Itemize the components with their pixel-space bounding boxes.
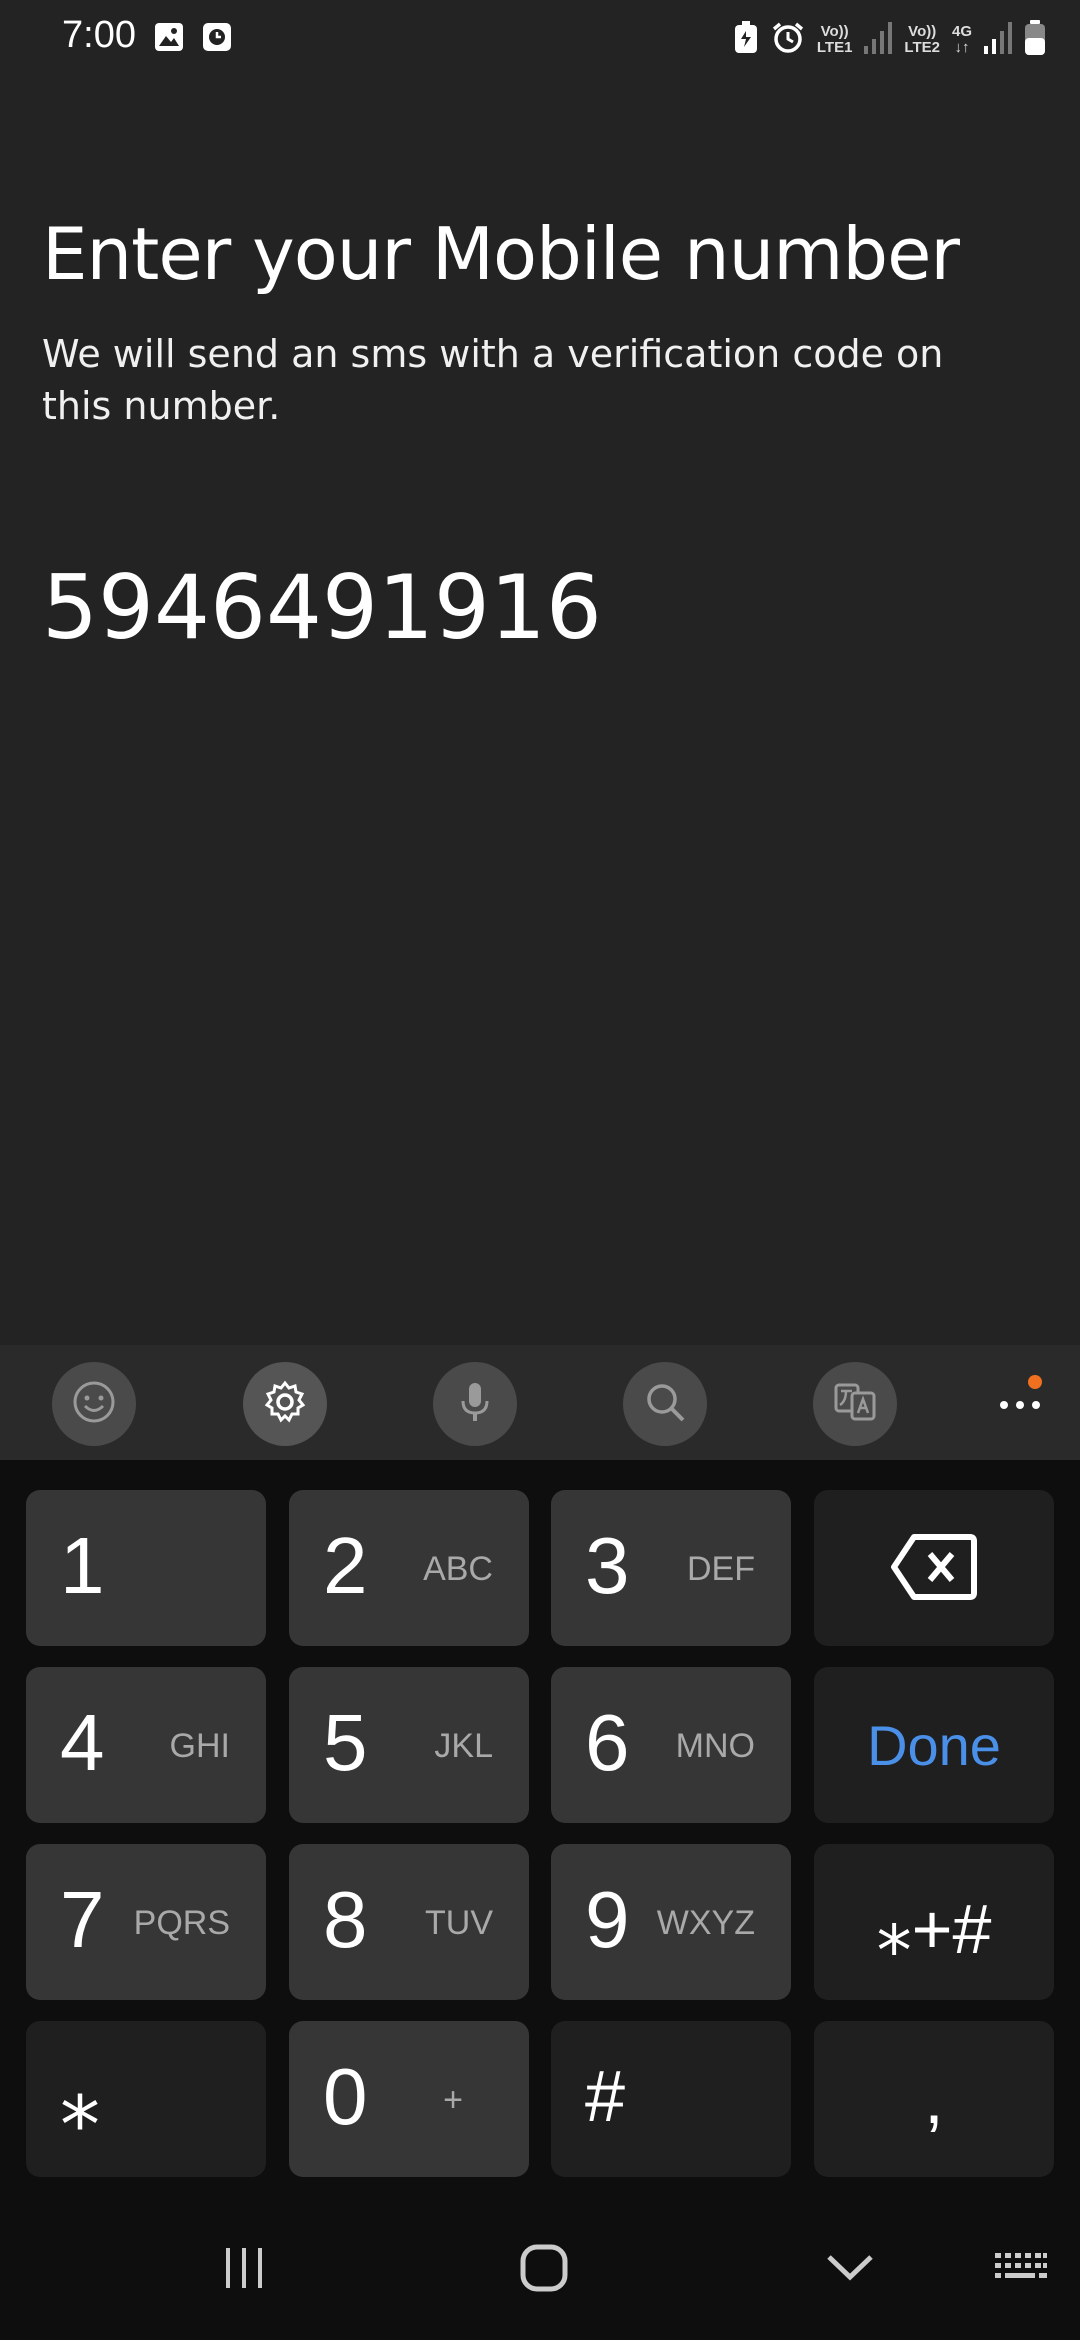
signal-sim2-icon [984,22,1012,58]
key-7[interactable]: 7 PQRS [26,1844,266,2000]
gallery-icon [154,22,184,56]
numeric-keyboard: 1 2 ABC 3 DEF 4 GHI 5 JKL 6 MNO Done 7 P… [0,1460,1080,2200]
key-5[interactable]: 5 JKL [289,1667,529,1823]
keyboard-switch-button[interactable] [986,2240,1056,2300]
alarm-icon [771,21,805,59]
sim2-label: Vo)) LTE2 [904,23,940,56]
key-1[interactable]: 1 [26,1490,266,1646]
navigation-bar [0,2200,1080,2340]
keyboard-toolbar [0,1345,1080,1460]
key-2[interactable]: 2 ABC [289,1490,529,1646]
translate-button[interactable] [813,1362,897,1446]
status-icons: Vo)) LTE1 Vo)) LTE2 4G ↓↑ [733,18,1046,62]
chevron-down-icon [825,2253,875,2287]
home-icon [519,2243,569,2297]
status-time: 7:00 [62,14,136,56]
done-label: Done [867,1714,1001,1777]
key-4[interactable]: 4 GHI [26,1667,266,1823]
voice-input-button[interactable] [433,1362,517,1446]
symbols-label: ⁎+# [876,1890,992,1968]
signal-sim1-icon [864,22,893,58]
settings-icon [262,1379,308,1429]
home-button[interactable] [514,2240,574,2300]
backspace-icon [890,1532,978,1606]
comma-label: , [924,2060,944,2138]
sim1-label: Vo)) LTE1 [816,23,853,56]
symbols-key[interactable]: ⁎+# [814,1844,1054,2000]
key-9[interactable]: 9 WXYZ [551,1844,791,2000]
mic-icon [452,1379,498,1429]
battery-icon [1024,20,1046,60]
more-icon [998,1396,1042,1415]
page-title: Enter your Mobile number [42,212,960,296]
emoji-button[interactable] [52,1362,136,1446]
search-button[interactable] [623,1362,707,1446]
network-type-label: 4G ↓↑ [951,23,972,56]
translate-icon [832,1379,878,1429]
notification-dot [1028,1375,1042,1389]
star-label: ⁎ [60,2056,100,2145]
key-6[interactable]: 6 MNO [551,1667,791,1823]
key-8[interactable]: 8 TUV [289,1844,529,2000]
settings-button[interactable] [243,1362,327,1446]
search-icon [642,1379,688,1429]
screen-time-icon [202,22,232,56]
status-bar: 7:00 Vo)) LTE1 Vo)) LTE2 4G ↓↑ [0,0,1080,80]
backspace-key[interactable] [814,1490,1054,1646]
done-key[interactable]: Done [814,1667,1054,1823]
recents-icon [222,2246,266,2294]
key-3[interactable]: 3 DEF [551,1490,791,1646]
keyboard-icon [993,2251,1049,2289]
phone-number-input[interactable]: 5946491916 [42,556,602,659]
page-subtitle: We will send an sms with a verification … [42,332,944,428]
key-0[interactable]: 0 + [289,2021,529,2177]
recents-button[interactable] [214,2240,274,2300]
battery-saver-icon [733,21,759,59]
hide-keyboard-button[interactable] [820,2240,880,2300]
comma-key[interactable]: , [814,2021,1054,2177]
hash-key[interactable]: # [551,2021,791,2177]
emoji-icon [71,1379,117,1429]
star-key[interactable]: ⁎ [26,2021,266,2177]
hash-label: # [585,2057,626,2137]
